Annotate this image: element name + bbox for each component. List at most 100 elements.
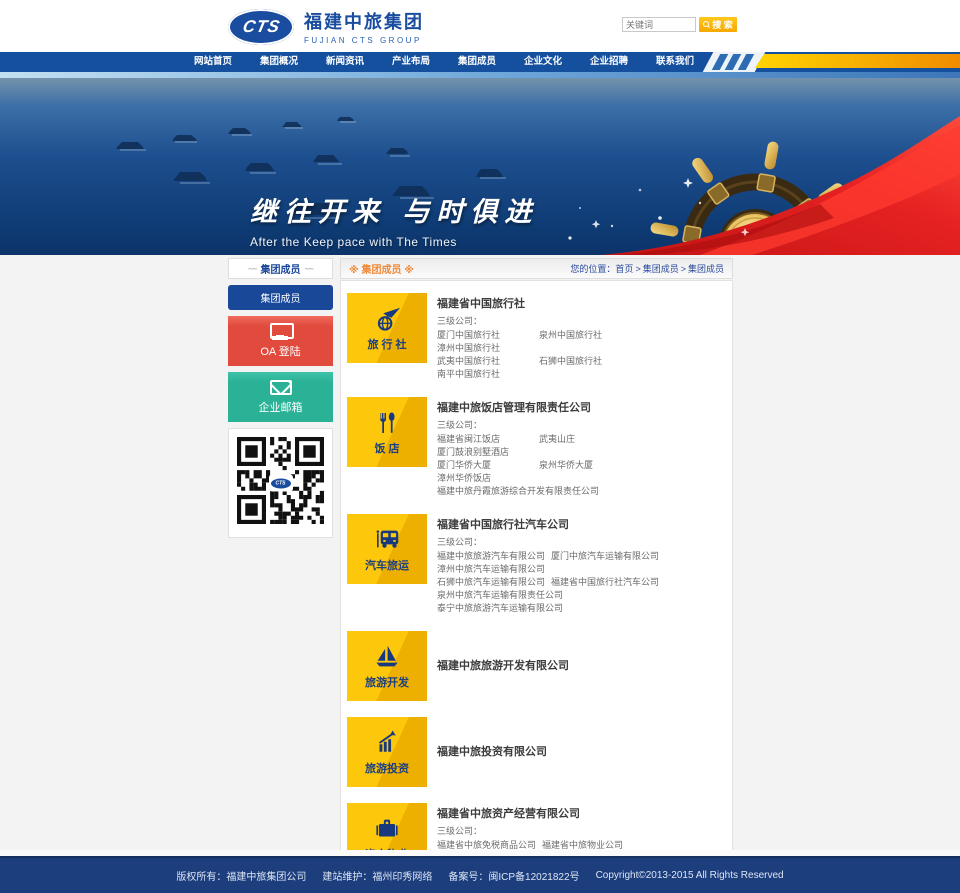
company-item: 泉州中国旅行社 [539,329,635,342]
banner-slogan-en: After the Keep pace with The Times [250,235,538,249]
banner-slogan-cn: 继往开来 与时俱进 [250,190,538,229]
monitor-icon [270,323,292,339]
search-input[interactable] [622,17,696,32]
oa-login-button[interactable]: OA 登陆 [228,316,333,366]
qr-code: CTS [228,428,333,538]
member-company-title: 福建省中国旅行社汽车公司 [437,516,726,532]
company-line: 泰宁中旅旅游汽车运输有限公司 [437,602,726,615]
member-block: 旅游投资 福建中旅投资有限公司 [347,717,726,787]
nav-item-members[interactable]: 集团成员 [444,52,510,72]
search-bar: 搜 索 [622,17,737,32]
company-item: 泉州中旅汽车运输有限责任公司 [437,589,563,602]
member-company-title: 福建中旅饭店管理有限责任公司 [437,399,726,415]
logo[interactable]: CTS 福建中旅集团 FUJIAN CTS GROUP [228,8,424,45]
mail-icon [270,380,292,395]
banner-slogan: 继往开来 与时俱进 After the Keep pace with The T… [250,190,538,249]
company-item: 厦门华侨大厦 [437,459,533,472]
company-item: 福建省闽江饭店 [437,433,533,446]
breadcrumb: 您的位置：首页>集团成员>集团成员 [570,262,724,275]
nav-stripes-decoration [703,52,766,72]
member-sub-label: 三级公司： [437,418,726,431]
member-block-text: 福建中旅饭店管理有限责任公司 三级公司： 福建省闽江饭店武夷山庄厦门鼓浪别墅酒店… [437,397,726,498]
nav-item-contact[interactable]: 联系我们 [642,52,708,72]
company-line: 福建中旅旅游汽车有限公司厦门中旅汽车运输有限公司漳州中旅汽车运输有限公司 [437,550,726,576]
enterprise-mail-button[interactable]: 企业邮箱 [228,372,333,422]
company-item: 漳州中国旅行社 [437,342,533,355]
nav-item-culture[interactable]: 企业文化 [510,52,576,72]
member-block: 汽车旅运 福建省中国旅行社汽车公司 三级公司： 福建中旅旅游汽车有限公司厦门中旅… [347,514,726,615]
member-category-tile[interactable]: 旅游投资 [347,717,427,787]
company-item: 漳州华侨饭店 [437,472,533,485]
company-item: 福建省中国旅行社汽车公司 [551,576,659,589]
logo-title: 福建中旅集团 [304,8,424,34]
category-label: 旅游投资 [365,760,409,776]
nav-item-overview[interactable]: 集团概况 [246,52,312,72]
company-line: 石狮中旅汽车运输有限公司福建省中国旅行社汽车公司泉州中旅汽车运输有限责任公司 [437,576,726,602]
footer-copyright-years: Copyright©2013-2015 All Rights Reserved [596,870,784,881]
enterprise-mail-label: 企业邮箱 [259,399,303,415]
company-item: 厦门鼓浪别墅酒店 [437,446,533,459]
category-label: 汽车旅运 [365,557,409,573]
company-line: 厦门华侨大厦泉州华侨大厦漳州华侨饭店 [437,459,726,485]
main-titlebar: ※ 集团成员 ※ 您的位置：首页>集团成员>集团成员 [340,258,733,279]
category-label: 饭 店 [374,440,399,456]
member-block-text: 福建省中国旅行社 三级公司： 厦门中国旅行社泉州中国旅行社漳州中国旅行社武夷中国… [437,293,726,381]
member-company-title: 福建中旅旅游开发有限公司 [437,657,726,673]
member-block-text: 福建中旅投资有限公司 [437,717,726,787]
nav-item-jobs[interactable]: 企业招聘 [576,52,642,72]
member-company-lines: 福建中旅旅游汽车有限公司厦门中旅汽车运输有限公司漳州中旅汽车运输有限公司石狮中旅… [437,550,726,615]
company-item: 武夷中国旅行社 [437,355,533,368]
main-panel: ※ 集团成员 ※ 您的位置：首页>集团成员>集团成员 旅 行 社 福建省中国旅行… [340,258,733,893]
search-icon [703,21,710,28]
main-nav: 网站首页 集团概况 新闻资讯 产业布局 集团成员 企业文化 企业招聘 联系我们 [0,52,960,72]
nav-item-industry[interactable]: 产业布局 [378,52,444,72]
footer-icp-number: 备案号：闽ICP备12021822号 [448,868,579,883]
breadcrumb-home[interactable]: 首页 [615,264,633,274]
company-line: 厦门中国旅行社泉州中国旅行社漳州中国旅行社 [437,329,726,355]
restaurant-icon [370,408,404,438]
breadcrumb-current[interactable]: 集团成员 [688,264,724,274]
nav-orange-bar-decoration [755,54,960,68]
breadcrumb-members[interactable]: 集团成员 [643,264,679,274]
oa-login-label: OA 登陆 [260,343,300,359]
sidebar-item-members[interactable]: 集团成员 [228,285,333,310]
nav-item-news[interactable]: 新闻资讯 [312,52,378,72]
member-category-tile[interactable]: 汽车旅运 [347,514,427,584]
footer-copyright-owner: 版权所有：福建中旅集团公司 [176,868,306,883]
search-button[interactable]: 搜 索 [699,17,737,32]
member-block: 旅 行 社 福建省中国旅行社 三级公司： 厦门中国旅行社泉州中国旅行社漳州中国旅… [347,293,726,381]
member-list: 旅 行 社 福建省中国旅行社 三级公司： 厦门中国旅行社泉州中国旅行社漳州中国旅… [340,280,733,893]
member-category-tile[interactable]: 饭 店 [347,397,427,467]
chart-icon [370,728,404,758]
logo-monogram: CTS [240,17,281,37]
header: CTS 福建中旅集团 FUJIAN CTS GROUP 搜 索 [0,0,960,52]
sidebar-header: 集团成员 [228,258,333,279]
page-title: ※ 集团成员 ※ [349,261,414,276]
hero-banner: 继往开来 与时俱进 After the Keep pace with The T… [0,78,960,255]
company-line: 福建中旅丹霞旅游综合开发有限责任公司 [437,485,726,498]
member-company-lines: 厦门中国旅行社泉州中国旅行社漳州中国旅行社武夷中国旅行社石狮中国旅行社南平中国旅… [437,329,726,381]
member-block: 旅游开发 福建中旅旅游开发有限公司 [347,631,726,701]
company-item: 漳州中旅汽车运输有限公司 [437,563,545,576]
member-company-title: 福建省中国旅行社 [437,295,726,311]
company-item: 石狮中旅汽车运输有限公司 [437,576,545,589]
member-category-tile[interactable]: 旅游开发 [347,631,427,701]
breadcrumb-prefix: 您的位置： [570,264,615,274]
sidebar: 集团成员 集团成员 OA 登陆 企业邮箱 CTS [228,258,333,893]
company-item: 厦门中国旅行社 [437,329,533,342]
member-sub-label: 三级公司： [437,535,726,548]
search-button-label: 搜 索 [712,18,733,31]
logo-cts-icon: CTS [228,9,294,45]
qr-center-logo: CTS [269,475,293,492]
member-category-tile[interactable]: 旅 行 社 [347,293,427,363]
company-item: 泰宁中旅旅游汽车运输有限公司 [437,602,563,615]
briefcase-icon [370,814,404,844]
page: CTS 福建中旅集团 FUJIAN CTS GROUP 搜 索 网站首页 集团概… [0,0,960,893]
member-sub-label: 三级公司： [437,314,726,327]
member-block-text: 福建中旅旅游开发有限公司 [437,631,726,701]
member-block: 饭 店 福建中旅饭店管理有限责任公司 三级公司： 福建省闽江饭店武夷山庄厦门鼓浪… [347,397,726,498]
sailboat-icon [370,642,404,672]
nav-item-home[interactable]: 网站首页 [180,52,246,72]
company-item: 福建中旅丹霞旅游综合开发有限责任公司 [437,485,599,498]
company-item: 武夷山庄 [539,433,635,446]
